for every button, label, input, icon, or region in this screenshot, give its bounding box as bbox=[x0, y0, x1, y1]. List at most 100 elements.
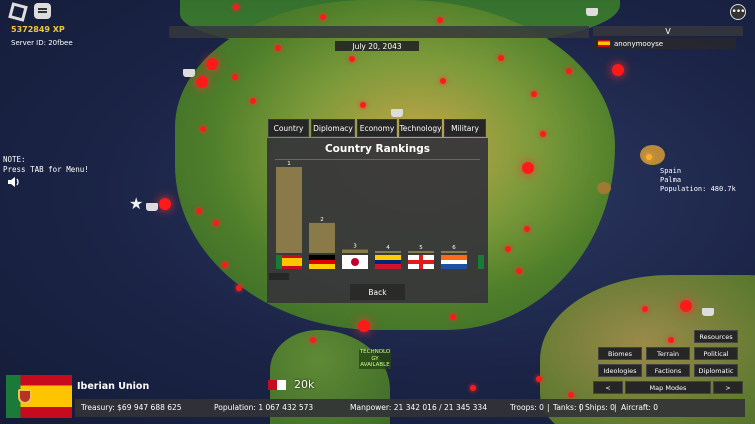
unit-count-label[interactable]: 20k bbox=[294, 378, 314, 391]
rank-number-label: 5 bbox=[419, 245, 423, 251]
capital-star-icon[interactable]: ★ bbox=[129, 194, 143, 213]
player-list-toggle[interactable]: V bbox=[593, 26, 743, 36]
biomes-button[interactable]: Biomes bbox=[598, 347, 642, 360]
ranking-bar bbox=[309, 222, 335, 253]
city-dot[interactable] bbox=[612, 64, 624, 76]
city-dot[interactable] bbox=[642, 306, 648, 312]
city-dot[interactable] bbox=[522, 162, 534, 174]
panel-title: Country Rankings bbox=[324, 143, 431, 155]
ships-stat: Ships: 0 bbox=[585, 403, 615, 412]
city-dot[interactable] bbox=[680, 300, 692, 312]
prev-map-mode-button[interactable]: < bbox=[593, 381, 623, 394]
city-dot[interactable] bbox=[196, 208, 202, 214]
rank-number-label: 1 bbox=[287, 161, 291, 167]
city-dot[interactable] bbox=[516, 268, 522, 274]
city-country: Spain bbox=[660, 167, 682, 175]
city-dot[interactable] bbox=[222, 262, 228, 268]
political-button[interactable]: Political bbox=[694, 347, 738, 360]
tab-menu-note: NOTE: Press TAB for Menu! bbox=[3, 155, 89, 175]
troops-stat: Troops: 0 bbox=[510, 403, 544, 412]
tab-diplomacy[interactable]: Diplomacy bbox=[311, 119, 355, 137]
city-dot[interactable] bbox=[566, 68, 572, 74]
city-dot[interactable] bbox=[232, 74, 238, 80]
city-dot[interactable] bbox=[440, 78, 446, 84]
city-dot[interactable] bbox=[524, 226, 530, 232]
city-dot[interactable] bbox=[531, 91, 537, 97]
ship-icon[interactable] bbox=[586, 8, 598, 16]
ship-icon[interactable] bbox=[146, 203, 158, 211]
city-dot[interactable] bbox=[437, 17, 443, 23]
city-dot[interactable] bbox=[568, 392, 574, 398]
japan-flag-icon[interactable] bbox=[342, 255, 368, 269]
chat-icon[interactable] bbox=[34, 3, 51, 19]
next-map-mode-button[interactable]: > bbox=[713, 381, 743, 394]
country-rankings-panel: Country Rankings 1 2 3 4 5 6 bbox=[267, 138, 488, 303]
manpower-stat: Manpower: 21 342 016 / 21 345 334 bbox=[350, 403, 487, 412]
factory-icon[interactable] bbox=[183, 69, 195, 77]
top-info-bar bbox=[169, 26, 589, 38]
tab-economy[interactable]: Economy bbox=[357, 119, 397, 137]
city-dot[interactable] bbox=[310, 337, 316, 343]
back-button[interactable]: Back bbox=[350, 284, 405, 300]
city-dot[interactable] bbox=[470, 385, 476, 391]
country-flag[interactable] bbox=[6, 375, 72, 418]
tab-military[interactable]: Military bbox=[444, 119, 486, 137]
chevron-down-icon: V bbox=[665, 26, 671, 36]
coat-of-arms-icon bbox=[18, 389, 32, 404]
city-dot[interactable] bbox=[360, 102, 366, 108]
ranking-bar bbox=[441, 251, 467, 253]
rank-number-label: 6 bbox=[452, 245, 456, 251]
ship-icon[interactable] bbox=[702, 308, 714, 316]
city-dot[interactable] bbox=[349, 56, 355, 62]
city-dot[interactable] bbox=[536, 376, 542, 382]
factory-icon[interactable] bbox=[391, 109, 403, 117]
city-dot[interactable] bbox=[358, 320, 370, 332]
more-options-icon: ••• bbox=[731, 7, 746, 17]
island-ibiza bbox=[597, 182, 611, 194]
rank-number-label: 4 bbox=[386, 245, 390, 251]
georgia-flag-icon[interactable] bbox=[408, 255, 434, 269]
city-dot[interactable] bbox=[159, 198, 171, 210]
country-name: Iberian Union bbox=[77, 381, 150, 392]
terrain-button[interactable]: Terrain bbox=[646, 347, 690, 360]
tech-line: AVAILABLE bbox=[360, 362, 390, 368]
city-dot[interactable] bbox=[505, 246, 511, 252]
city-dot-palma[interactable] bbox=[646, 154, 652, 160]
city-dot[interactable] bbox=[213, 220, 219, 226]
partial-flag-icon bbox=[478, 255, 484, 269]
ideologies-button[interactable]: Ideologies bbox=[598, 364, 642, 377]
city-dot[interactable] bbox=[200, 126, 206, 132]
diplomatic-button[interactable]: Diplomatic bbox=[694, 364, 738, 377]
ranking-bar bbox=[342, 249, 368, 253]
venezuela-flag-icon[interactable] bbox=[375, 255, 401, 269]
more-options-button[interactable]: ••• bbox=[730, 4, 746, 20]
city-dot[interactable] bbox=[668, 337, 674, 343]
netherlands-like-flag-icon[interactable] bbox=[441, 255, 467, 269]
stat-separator: | bbox=[579, 403, 582, 412]
scrollbar-thumb[interactable] bbox=[269, 273, 289, 280]
city-dot[interactable] bbox=[236, 285, 242, 291]
city-dot[interactable] bbox=[206, 58, 218, 70]
tab-country[interactable]: Country bbox=[268, 119, 309, 137]
ranking-bar bbox=[375, 251, 401, 253]
speaker-icon[interactable] bbox=[7, 176, 21, 188]
city-dot[interactable] bbox=[450, 314, 456, 320]
factions-button[interactable]: Factions bbox=[646, 364, 690, 377]
iberian-union-flag-icon[interactable] bbox=[276, 255, 302, 269]
city-dot[interactable] bbox=[196, 76, 208, 88]
city-dot[interactable] bbox=[320, 14, 326, 20]
city-dot[interactable] bbox=[498, 55, 504, 61]
city-dot[interactable] bbox=[250, 98, 256, 104]
note-heading: NOTE: bbox=[3, 155, 26, 164]
resources-button[interactable]: Resources bbox=[694, 330, 738, 343]
aircraft-stat: Aircraft: 0 bbox=[621, 403, 659, 412]
rank-number-label: 3 bbox=[353, 244, 357, 250]
city-dot[interactable] bbox=[275, 45, 281, 51]
tab-technology[interactable]: Technology bbox=[399, 119, 442, 137]
city-dot[interactable] bbox=[233, 4, 239, 10]
technology-available-badge[interactable]: TECHNOLO GY AVAILABLE bbox=[359, 349, 391, 369]
population-stat: Population: 1 067 432 573 bbox=[214, 403, 314, 412]
city-dot[interactable] bbox=[540, 131, 546, 137]
player-list-entry[interactable]: anonymooyse bbox=[594, 38, 736, 49]
germany-flag-icon[interactable] bbox=[309, 255, 335, 269]
